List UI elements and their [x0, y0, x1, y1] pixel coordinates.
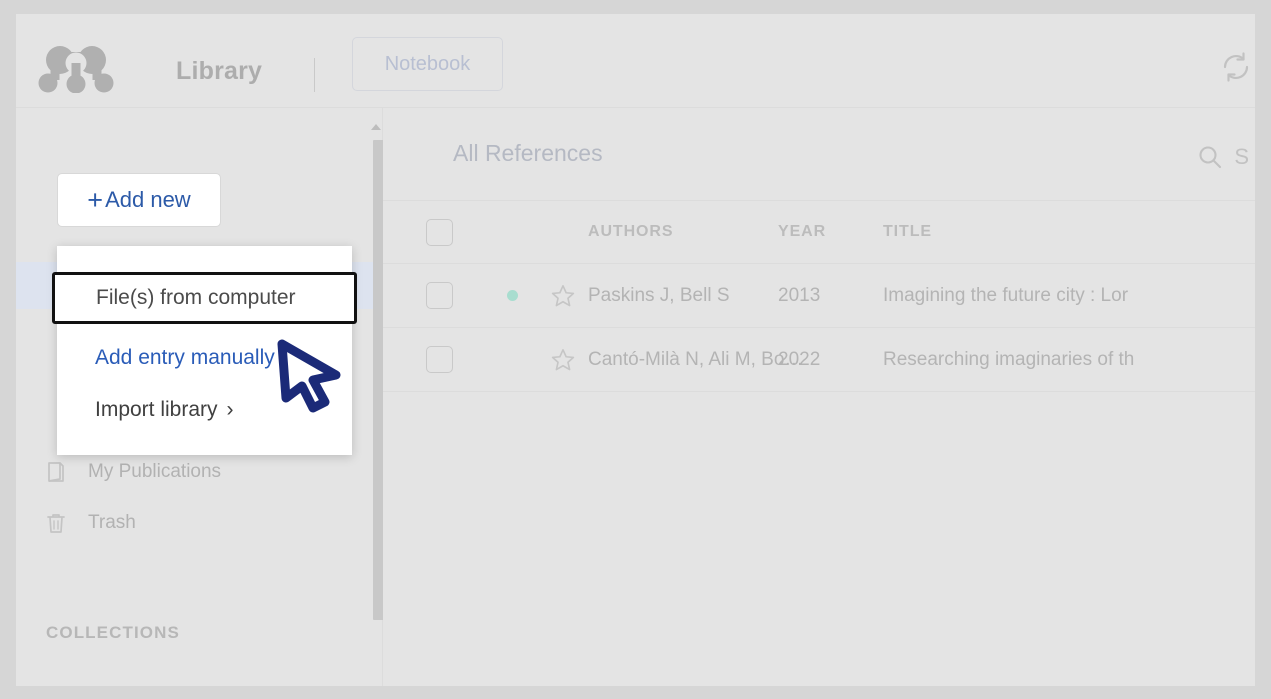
cell-authors: Cantó-Milà N, Ali M, Bo…	[588, 348, 804, 370]
cell-year: 2022	[778, 348, 821, 370]
sidebar-item-label: My Publications	[88, 460, 222, 482]
column-header-authors[interactable]: AUTHORS	[588, 223, 778, 241]
table-row[interactable]: Paskins J, Bell S 2013 Imagining the fut…	[383, 264, 1255, 328]
column-header-year[interactable]: YEAR	[778, 223, 883, 241]
sync-refresh-icon[interactable]	[1219, 50, 1253, 84]
table-header-row: AUTHORS YEAR TITLE	[383, 200, 1255, 264]
favorite-cell[interactable]	[538, 283, 588, 309]
main-header: All References S	[383, 108, 1255, 200]
menu-item-import-library[interactable]: Import library ›	[57, 388, 352, 432]
search-placeholder: S	[1234, 144, 1249, 169]
search-icon	[1197, 144, 1223, 170]
top-bar: Library Notebook	[16, 14, 1255, 108]
row-select-cell	[383, 346, 486, 373]
plus-icon: +	[87, 184, 104, 215]
cell-title: Researching imaginaries of th	[883, 348, 1135, 370]
row-select-cell	[383, 282, 486, 309]
cell-year: 2013	[778, 284, 821, 306]
add-new-dropdown-menu: File(s) from computer Add entry manually…	[52, 246, 357, 455]
mendeley-logo-icon	[37, 45, 115, 94]
search-input[interactable]: S	[1197, 144, 1249, 170]
page-title: Library	[176, 57, 263, 85]
title-divider	[314, 58, 315, 92]
menu-item-files-from-computer[interactable]: File(s) from computer	[52, 272, 357, 324]
select-all-cell	[383, 218, 486, 246]
menu-item-label: File(s) from computer	[96, 286, 296, 309]
screenshot-root: Library Notebook My Publications Trash C…	[0, 0, 1271, 699]
row-checkbox[interactable]	[426, 282, 453, 309]
unread-dot-icon	[506, 290, 518, 301]
trash-icon	[43, 510, 69, 536]
favorite-cell[interactable]	[538, 347, 588, 373]
row-checkbox[interactable]	[426, 346, 453, 373]
all-references-heading: All References	[453, 140, 603, 166]
sidebar-item-my-publications[interactable]: My Publications	[16, 448, 382, 495]
menu-item-label: Import library	[95, 398, 218, 421]
scroll-up-arrow-icon[interactable]	[371, 124, 381, 130]
menu-item-add-entry-manually[interactable]: Add entry manually	[57, 336, 352, 380]
publications-icon	[43, 459, 69, 485]
unread-indicator-cell	[486, 290, 538, 301]
star-icon[interactable]	[550, 347, 576, 373]
sidebar-item-label: Trash	[88, 511, 136, 533]
collections-section-header: COLLECTIONS	[46, 623, 180, 642]
table-row[interactable]: Cantó-Milà N, Ali M, Bo… 2022 Researchin…	[383, 328, 1255, 392]
tab-notebook[interactable]: Notebook	[352, 37, 503, 91]
main-content: All References S AUTHORS YEAR TITLE Pask…	[383, 108, 1255, 686]
column-header-title[interactable]: TITLE	[883, 223, 1255, 241]
add-new-button[interactable]: + Add new	[57, 173, 221, 227]
app-window: Library Notebook My Publications Trash C…	[16, 14, 1255, 686]
sidebar-item-trash[interactable]: Trash	[16, 499, 382, 546]
menu-item-label: Add entry manually	[95, 346, 275, 369]
select-all-checkbox[interactable]	[426, 218, 453, 246]
add-new-label: Add new	[105, 187, 191, 212]
cell-authors: Paskins J, Bell S	[588, 284, 730, 306]
chevron-right-icon: ›	[226, 398, 234, 421]
cell-title: Imagining the future city : Lor	[883, 284, 1129, 306]
references-table: AUTHORS YEAR TITLE Paskins J, Bell S 201…	[383, 200, 1255, 392]
star-icon[interactable]	[550, 283, 576, 309]
